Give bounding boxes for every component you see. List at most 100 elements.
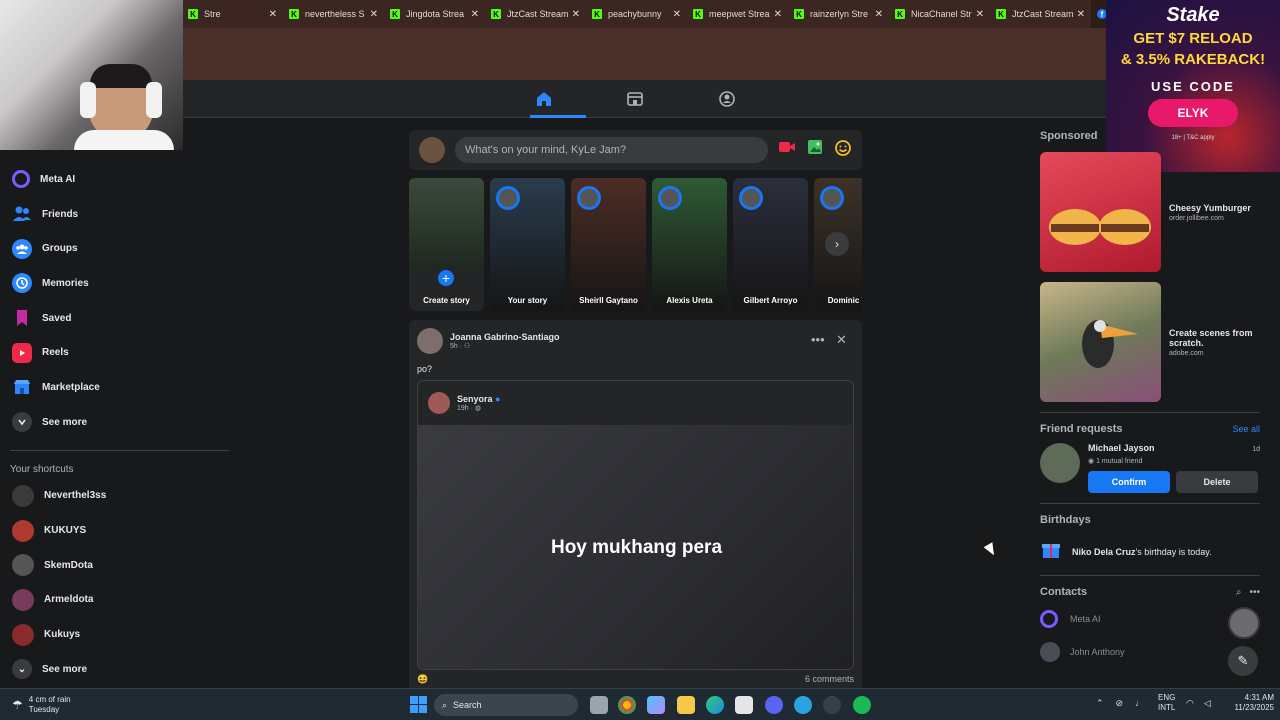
language-indicator[interactable]: ENG INTL (1158, 693, 1175, 713)
sidebar-see-more[interactable]: See more (0, 405, 235, 440)
birthday-item[interactable]: Niko Dela Cruz's birthday is today. (1040, 538, 1260, 565)
close-tab-icon[interactable]: ✕ (1077, 9, 1085, 20)
wifi-icon[interactable]: ◠ (1186, 698, 1194, 709)
story-card[interactable]: Gilbert Arroyo (733, 178, 808, 311)
copilot-icon[interactable] (647, 696, 665, 714)
steam-icon[interactable] (823, 696, 841, 714)
shortcut-item[interactable]: Neverthel3ss (0, 479, 235, 514)
groups-nav-icon[interactable] (716, 88, 738, 110)
shortcut-item[interactable]: Kukuys (0, 617, 235, 652)
stories-next-button[interactable]: › (825, 232, 849, 256)
home-icon[interactable] (533, 88, 555, 110)
story-card[interactable]: Your story (490, 178, 565, 311)
volume-icon[interactable]: ◁ (1204, 698, 1211, 709)
feeling-icon[interactable] (834, 139, 852, 162)
task-view-icon[interactable] (590, 696, 608, 714)
shortcut-item[interactable]: Armeldota (0, 583, 235, 618)
windows-start-icon[interactable] (410, 696, 427, 718)
browser-tab[interactable]: K JtzCast Stream ✕ (990, 0, 1091, 28)
edge-icon[interactable] (706, 696, 724, 714)
shared-post[interactable]: Senyora ● 19h · ◍ Hoy mukhang pera (417, 380, 854, 670)
close-tab-icon[interactable]: ✕ (269, 9, 277, 20)
contact-item[interactable]: Meta AI (1040, 610, 1260, 628)
more-options-icon[interactable]: ••• (811, 332, 825, 347)
browser-tab[interactable]: K Jingdota Strea ✕ (384, 0, 485, 28)
sidebar-item-saved[interactable]: Saved (0, 301, 235, 336)
more-options-icon[interactable]: ••• (1249, 587, 1260, 598)
post-author[interactable]: Joanna Gabrino-Santiago (450, 332, 560, 342)
shortcut-item[interactable]: SkemDota (0, 548, 235, 583)
browser-tab[interactable]: K NicaChanel Str ✕ (889, 0, 990, 28)
search-icon[interactable]: ⌕ (1236, 587, 1242, 598)
marketplace-nav-icon[interactable] (624, 88, 646, 110)
comments-count[interactable]: 6 comments (805, 674, 854, 685)
browser-tab[interactable]: Knevertheless S ✕ (283, 0, 384, 28)
store-icon[interactable] (735, 696, 753, 714)
close-tab-icon[interactable]: ✕ (471, 9, 479, 20)
close-tab-icon[interactable]: ✕ (774, 9, 782, 20)
story-image (409, 178, 484, 270)
sponsored-ad[interactable]: Create scenes from scratch. adobe.com (1040, 282, 1260, 402)
close-tab-icon[interactable]: ✕ (976, 9, 984, 20)
close-tab-icon[interactable]: ✕ (572, 9, 580, 20)
shortcut-item[interactable]: KUKUYS (0, 513, 235, 548)
sidebar-item-groups[interactable]: Groups (0, 231, 235, 266)
birthday-name[interactable]: Niko Dela Cruz (1072, 547, 1136, 557)
composer-input[interactable]: What's on your mind, KyLe Jam? (455, 137, 768, 163)
requester-name[interactable]: Michael Jayson (1088, 443, 1155, 453)
shortcut-label: See more (42, 663, 88, 675)
post-time[interactable]: 5h · (450, 343, 462, 350)
chat-head-avatar[interactable] (1228, 607, 1260, 639)
discord-icon[interactable] (765, 696, 783, 714)
avatar[interactable] (419, 137, 445, 163)
taskbar-search[interactable]: ⌕ Search (434, 694, 578, 716)
sidebar-item-meta-ai[interactable]: Meta AI (0, 162, 235, 197)
story-card[interactable]: Sheirll Gaytano (571, 178, 646, 311)
see-all-link[interactable]: See all (1232, 424, 1260, 434)
sidebar-item-marketplace[interactable]: Marketplace (0, 370, 235, 405)
browser-tab[interactable]: Kmeepwet Strea ✕ (687, 0, 788, 28)
delete-button[interactable]: Delete (1176, 471, 1258, 493)
telegram-icon[interactable] (794, 696, 812, 714)
plus-icon[interactable]: + (436, 268, 456, 288)
story-card[interactable]: Alexis Ureta (652, 178, 727, 311)
shared-author[interactable]: Senyora (457, 394, 493, 404)
photo-video-icon[interactable] (806, 139, 824, 162)
microphone-icon[interactable]: ♩ (1135, 698, 1144, 709)
sponsored-ad[interactable]: Cheesy Yumburger order.jollibee.com (1040, 152, 1260, 272)
tray-chevron-icon[interactable]: ⌃ (1096, 698, 1104, 709)
shortcuts-see-more[interactable]: ⌄ See more (0, 652, 235, 687)
reaction-icon[interactable]: 😆 (417, 674, 428, 685)
avatar[interactable] (1040, 443, 1080, 483)
browser-tab[interactable]: K Stre ✕ (182, 0, 283, 28)
shared-time[interactable]: 19h · (457, 405, 473, 412)
ad-code-button[interactable]: ELYK (1147, 99, 1239, 127)
avatar[interactable] (417, 328, 443, 354)
sidebar-item-label: Reels (42, 347, 69, 359)
sidebar-item-reels[interactable]: Reels (0, 335, 235, 370)
avatar[interactable] (428, 392, 450, 414)
browser-tab[interactable]: Krainzerlyn Stre ✕ (788, 0, 889, 28)
divider (1040, 575, 1260, 576)
network-off-icon[interactable]: ⊘ (1116, 698, 1124, 709)
ad-title: Cheesy Yumburger (1169, 202, 1251, 213)
contact-item[interactable]: John Anthony (1040, 642, 1260, 662)
file-explorer-icon[interactable] (677, 696, 695, 714)
create-story-card[interactable]: + Create story (409, 178, 484, 311)
browser-tab[interactable]: K JtzCast Stream ✕ (485, 0, 586, 28)
live-video-icon[interactable] (778, 139, 796, 162)
new-message-button[interactable]: ✎ (1228, 646, 1258, 676)
close-tab-icon[interactable]: ✕ (673, 9, 681, 20)
sidebar-item-memories[interactable]: Memories (0, 266, 235, 301)
confirm-button[interactable]: Confirm (1088, 471, 1170, 493)
close-tab-icon[interactable]: ✕ (875, 9, 883, 20)
chrome-icon[interactable] (618, 696, 636, 714)
close-tab-icon[interactable]: ✕ (370, 9, 378, 20)
spotify-icon[interactable] (853, 696, 871, 714)
clock[interactable]: 4:31 AM 11/23/2025 (1222, 693, 1274, 713)
ad-promo-line2: & 3.5% RAKEBACK! (1120, 51, 1266, 68)
sidebar-item-friends[interactable]: Friends (0, 197, 235, 232)
browser-tab[interactable]: Kpeachybunny ✕ (586, 0, 687, 28)
weather-widget[interactable]: ☂ 4 cm of rain Tuesday (12, 695, 71, 715)
close-icon[interactable]: ✕ (836, 332, 847, 348)
